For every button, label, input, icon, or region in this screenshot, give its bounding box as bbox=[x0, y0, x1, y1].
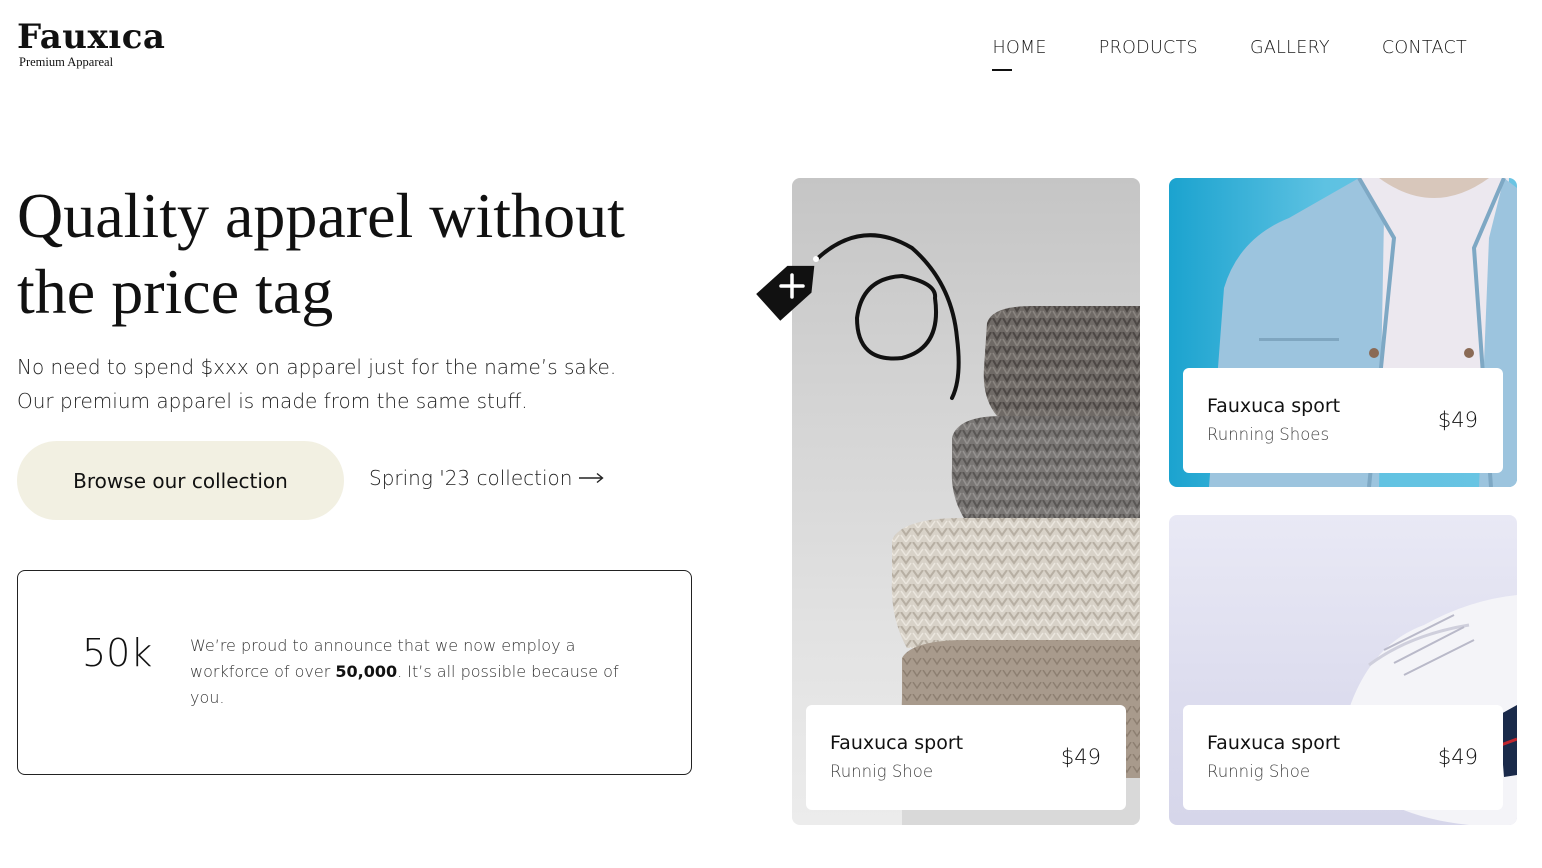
hero-title: Quality apparel without the price tag bbox=[17, 180, 625, 327]
product-subtitle: Runnig Shoe bbox=[1207, 762, 1311, 781]
main-nav: HOME PRODUCTS GALLERY CONTACT bbox=[992, 38, 1467, 71]
nav-item-contact[interactable]: CONTACT bbox=[1382, 38, 1467, 58]
spring-collection-link[interactable]: Spring '23 collection bbox=[369, 466, 605, 490]
stat-value: 50k bbox=[82, 631, 153, 675]
arrow-right-icon bbox=[579, 472, 605, 484]
hero-subtitle-line2: Our premium apparel is made from the sam… bbox=[17, 389, 528, 413]
product-info-panel: Fauxuca sport Runnig Shoe $49 bbox=[1183, 705, 1503, 810]
product-price: $49 bbox=[1437, 745, 1478, 769]
product-title: Fauxuca sport bbox=[1207, 732, 1341, 754]
nav-item-gallery[interactable]: GALLERY bbox=[1250, 38, 1330, 58]
brand-tagline: Premium Appareal bbox=[19, 55, 114, 69]
nav-item-home[interactable]: HOME bbox=[992, 38, 1046, 71]
product-card-jacket[interactable]: Fauxuca sport Running Shoes $49 bbox=[1169, 178, 1517, 487]
stat-description: We’re proud to announce that we now empl… bbox=[190, 633, 630, 711]
product-subtitle: Runnig Shoe bbox=[830, 762, 934, 781]
product-info-panel: Fauxuca sport Running Shoes $49 bbox=[1183, 368, 1503, 473]
spring-collection-label: Spring '23 collection bbox=[369, 466, 573, 490]
product-price: $49 bbox=[1060, 745, 1101, 769]
nav-item-products[interactable]: PRODUCTS bbox=[1099, 38, 1198, 58]
product-card-shoe[interactable]: Fauxuca sport Runnig Shoe $49 bbox=[1169, 515, 1517, 825]
product-title: Fauxuca sport bbox=[1207, 395, 1341, 417]
brand-logo[interactable]: Fauxıca Premium Appareal bbox=[17, 18, 165, 70]
stat-text-bold: 50,000 bbox=[335, 662, 398, 681]
hero-subtitle: No need to spend $xxx on apparel just fo… bbox=[17, 350, 707, 418]
workforce-stat-card: 50k We’re proud to announce that we now … bbox=[17, 570, 692, 775]
product-subtitle: Running Shoes bbox=[1207, 425, 1330, 444]
hero-subtitle-line1: No need to spend $xxx on apparel just fo… bbox=[17, 355, 617, 379]
product-price: $49 bbox=[1437, 408, 1478, 432]
browse-collection-button[interactable]: Browse our collection bbox=[17, 441, 344, 520]
product-info-panel: Fauxuca sport Runnig Shoe $49 bbox=[806, 705, 1126, 810]
brand-name: Fauxıca bbox=[17, 17, 166, 57]
price-tag-icon bbox=[756, 233, 961, 400]
product-title: Fauxuca sport bbox=[830, 732, 964, 754]
